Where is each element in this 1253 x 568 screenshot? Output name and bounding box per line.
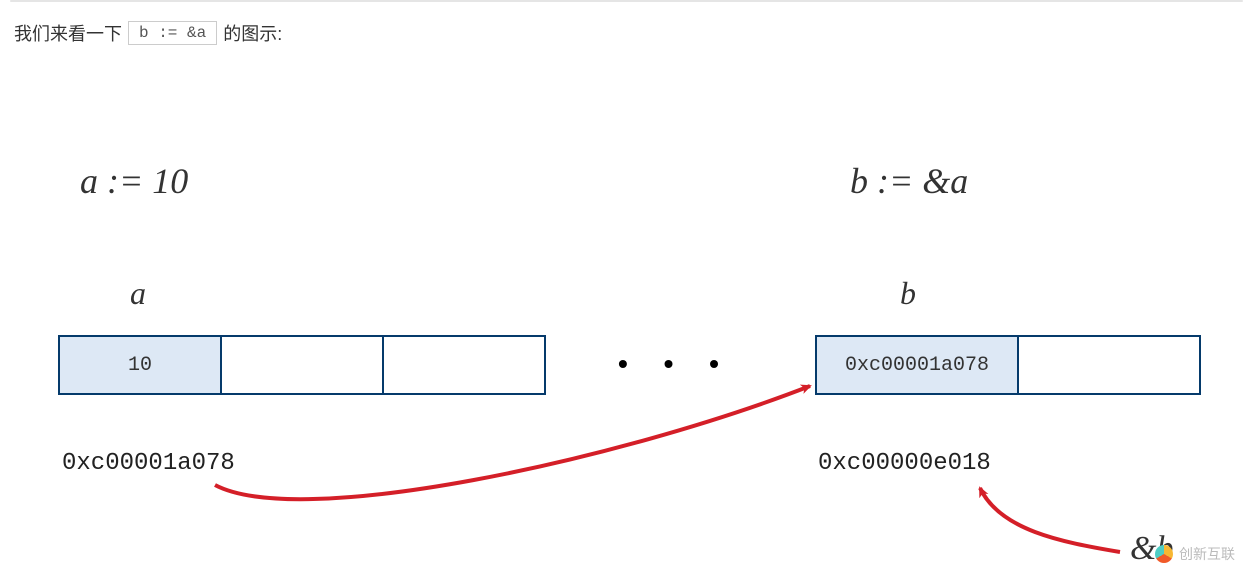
intro-code: b := &a	[128, 21, 217, 45]
declaration-b: b := &a	[850, 160, 968, 202]
variable-label-b: b	[900, 275, 916, 312]
arrow-a-to-b	[215, 386, 810, 499]
address-b: 0xc00000e018	[818, 450, 991, 477]
memory-cell-a-2	[384, 337, 544, 393]
pointer-diagram: a := 10 b := &a a b 10 • • • 0xc00001a07…	[0, 90, 1253, 568]
intro-line: 我们来看一下 b := &a 的图示:	[14, 20, 282, 46]
watermark-icon	[1155, 545, 1173, 563]
address-a: 0xc00001a078	[62, 450, 235, 477]
memory-cell-b-0: 0xc00001a078	[817, 337, 1019, 393]
arrow-ampb-to-addrb	[980, 488, 1120, 552]
variable-label-a: a	[130, 275, 146, 312]
memory-block-b: 0xc00001a078	[815, 335, 1201, 395]
memory-cell-a-0: 10	[60, 337, 222, 393]
declaration-a: a := 10	[80, 160, 188, 202]
memory-cell-b-1	[1019, 337, 1199, 393]
memory-block-a: 10	[58, 335, 546, 395]
watermark: 创新互联	[1155, 544, 1235, 564]
memory-cell-a-1	[222, 337, 384, 393]
memory-ellipsis: • • •	[618, 348, 733, 380]
intro-prefix: 我们来看一下	[14, 20, 122, 46]
top-divider	[10, 0, 1243, 2]
watermark-text: 创新互联	[1179, 544, 1235, 564]
intro-suffix: 的图示:	[223, 20, 282, 46]
